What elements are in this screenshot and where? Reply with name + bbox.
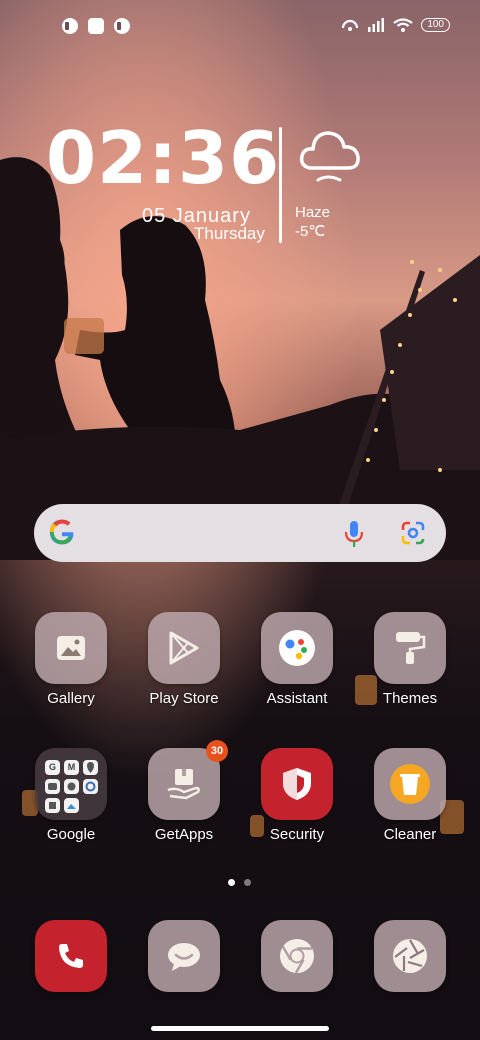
- folder-icon: G M: [45, 760, 98, 813]
- clock-time[interactable]: 02:36: [46, 118, 280, 198]
- app-tile[interactable]: [148, 612, 220, 684]
- shield-icon: [283, 768, 311, 800]
- phone-icon: [59, 944, 83, 968]
- duo-icon: [64, 779, 79, 794]
- youtube-icon: [45, 779, 60, 794]
- notification-icon: [114, 18, 130, 34]
- battery-indicator: 100: [421, 18, 450, 32]
- getapps-icon: [167, 769, 200, 800]
- app-label: Google: [46, 826, 96, 843]
- files-icon: [45, 798, 60, 813]
- gallery-icon: [57, 636, 85, 660]
- photos-icon: [64, 798, 79, 813]
- dock-phone[interactable]: [21, 920, 121, 992]
- hotspot-icon: [342, 19, 359, 31]
- trash-icon: [390, 764, 430, 804]
- app-security[interactable]: Security: [247, 748, 347, 843]
- folder-tile[interactable]: G M: [35, 748, 107, 820]
- app-tile[interactable]: [374, 612, 446, 684]
- page-dot-active[interactable]: [228, 879, 235, 886]
- gmail-icon: M: [64, 760, 79, 775]
- app-tile[interactable]: [148, 920, 220, 992]
- app-tile[interactable]: [261, 920, 333, 992]
- widget-divider: [279, 127, 282, 243]
- dock-messages[interactable]: [134, 920, 234, 992]
- app-google-folder[interactable]: G M Google: [21, 748, 121, 843]
- camera-icon: [393, 939, 427, 973]
- app-themes[interactable]: Themes: [360, 612, 460, 707]
- notification-badge: 30: [206, 740, 228, 762]
- assistant-icon: [279, 630, 315, 666]
- chrome-icon: [280, 939, 314, 974]
- app-gallery[interactable]: Gallery: [21, 612, 121, 707]
- maps-icon: [83, 760, 98, 775]
- app-tile[interactable]: [261, 612, 333, 684]
- message-icon: [168, 943, 200, 971]
- dock-camera[interactable]: [360, 920, 460, 992]
- signal-icon: [368, 18, 385, 32]
- square-app-icon: [88, 18, 104, 34]
- app-assistant[interactable]: Assistant: [247, 612, 347, 707]
- app-getapps[interactable]: 30 GetApps: [134, 740, 234, 843]
- app-tile[interactable]: [35, 612, 107, 684]
- lens-icon[interactable]: [400, 520, 426, 546]
- app-tile[interactable]: [261, 748, 333, 820]
- weather-condition: Haze: [295, 204, 331, 221]
- app-label: Assistant: [266, 690, 328, 707]
- app-label: Themes: [382, 690, 438, 707]
- clock-weekday: Thursday: [194, 224, 265, 243]
- status-bar-right: 100: [341, 18, 450, 32]
- app-label: Play Store: [149, 690, 219, 707]
- app-tile[interactable]: [374, 920, 446, 992]
- app-tile[interactable]: [374, 748, 446, 820]
- page-indicator[interactable]: [228, 879, 251, 886]
- app-tile[interactable]: 30: [148, 740, 228, 820]
- app-label: Security: [269, 826, 325, 843]
- google-logo: [48, 518, 76, 552]
- google-g-icon: [49, 519, 74, 545]
- app-tile[interactable]: [35, 920, 107, 992]
- notification-icon: [62, 18, 78, 34]
- browser-icon: [83, 779, 98, 794]
- app-label: GetApps: [154, 826, 214, 843]
- weather-temperature: -5℃: [295, 223, 326, 240]
- google-icon: G: [45, 760, 60, 775]
- cloud-icon[interactable]: [296, 122, 366, 192]
- play-store-icon: [169, 631, 199, 665]
- page-dot[interactable]: [244, 879, 251, 886]
- app-cleaner[interactable]: Cleaner: [360, 748, 460, 843]
- status-bar-left: [62, 18, 130, 34]
- app-play-store[interactable]: Play Store: [134, 612, 234, 707]
- paint-roller-icon: [396, 632, 426, 664]
- mic-icon[interactable]: [344, 520, 364, 548]
- app-label: Cleaner: [383, 826, 437, 843]
- dock-chrome[interactable]: [247, 920, 347, 992]
- app-label: Gallery: [47, 690, 95, 707]
- wifi-icon: [393, 18, 413, 32]
- google-search-bar[interactable]: [34, 504, 446, 562]
- gesture-home-bar[interactable]: [151, 1026, 329, 1031]
